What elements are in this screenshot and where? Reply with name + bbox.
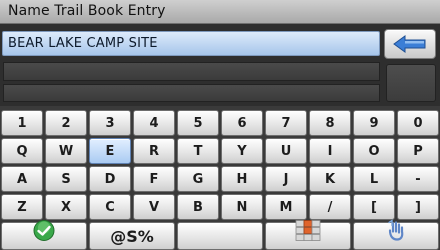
key-row-numbers: 1 2 3 4 5 6 7 8 9 0 [1,110,439,136]
title-bar: Name Trail Book Entry [0,0,440,24]
key-a[interactable]: A [1,166,43,192]
key-z[interactable]: Z [1,194,43,220]
key-i[interactable]: I [309,138,351,164]
key-row-zxcv: Z X C V B N M / [ ] [1,194,439,220]
key-close-bracket[interactable]: ] [397,194,439,220]
key-w[interactable]: W [45,138,87,164]
key-row-qwerty: Q W E R T Y U I O P [1,138,439,164]
key-3[interactable]: 3 [89,110,131,136]
backspace-button[interactable] [384,29,436,59]
key-open-bracket[interactable]: [ [353,194,395,220]
key-row-bottom: @S% [1,219,439,250]
green-check-icon [33,220,55,250]
key-y[interactable]: Y [221,138,263,164]
suggestion-bar [3,62,380,81]
key-r[interactable]: R [133,138,175,164]
layout-key[interactable] [265,220,351,250]
key-v[interactable]: V [133,194,175,220]
symbols-key[interactable]: @S% [89,222,175,250]
space-key[interactable] [177,222,263,250]
key-d[interactable]: D [89,166,131,192]
key-m[interactable]: M [265,194,307,220]
key-p[interactable]: P [397,138,439,164]
key-b[interactable]: B [177,194,219,220]
key-c[interactable]: C [89,194,131,220]
key-o[interactable]: O [353,138,395,164]
shift-key[interactable] [353,219,439,250]
blank-side-button [386,64,436,102]
key-n[interactable]: N [221,194,263,220]
entry-area: BEAR LAKE CAMP SITE [0,24,440,106]
key-f[interactable]: F [133,166,175,192]
key-8[interactable]: 8 [309,110,351,136]
key-x[interactable]: X [45,194,87,220]
key-2[interactable]: 2 [45,110,87,136]
key-slash[interactable]: / [309,194,351,220]
key-h[interactable]: H [221,166,263,192]
back-arrow-icon [393,35,426,53]
entry-text: BEAR LAKE CAMP SITE [8,36,158,51]
key-t[interactable]: T [177,138,219,164]
shift-hand-icon [387,219,405,250]
key-4[interactable]: 4 [133,110,175,136]
keyboard-layout-icon [295,220,321,250]
key-k[interactable]: K [309,166,351,192]
key-9[interactable]: 9 [353,110,395,136]
key-0[interactable]: 0 [397,110,439,136]
key-j[interactable]: J [265,166,307,192]
ok-key[interactable] [1,220,87,250]
suggestion-bar-secondary [3,84,380,102]
key-u[interactable]: U [265,138,307,164]
key-row-asdf: A S D F G H J K L - [1,166,439,192]
key-e[interactable]: E [89,138,131,164]
name-entry-field[interactable]: BEAR LAKE CAMP SITE [2,31,380,56]
key-hyphen[interactable]: - [397,166,439,192]
key-7[interactable]: 7 [265,110,307,136]
key-1[interactable]: 1 [1,110,43,136]
window-title: Name Trail Book Entry [8,3,166,19]
key-6[interactable]: 6 [221,110,263,136]
key-s[interactable]: S [45,166,87,192]
key-q[interactable]: Q [1,138,43,164]
key-g[interactable]: G [177,166,219,192]
key-5[interactable]: 5 [177,110,219,136]
on-screen-keyboard: 1 2 3 4 5 6 7 8 9 0 Q W E R T Y U I O P … [0,106,440,250]
key-l[interactable]: L [353,166,395,192]
